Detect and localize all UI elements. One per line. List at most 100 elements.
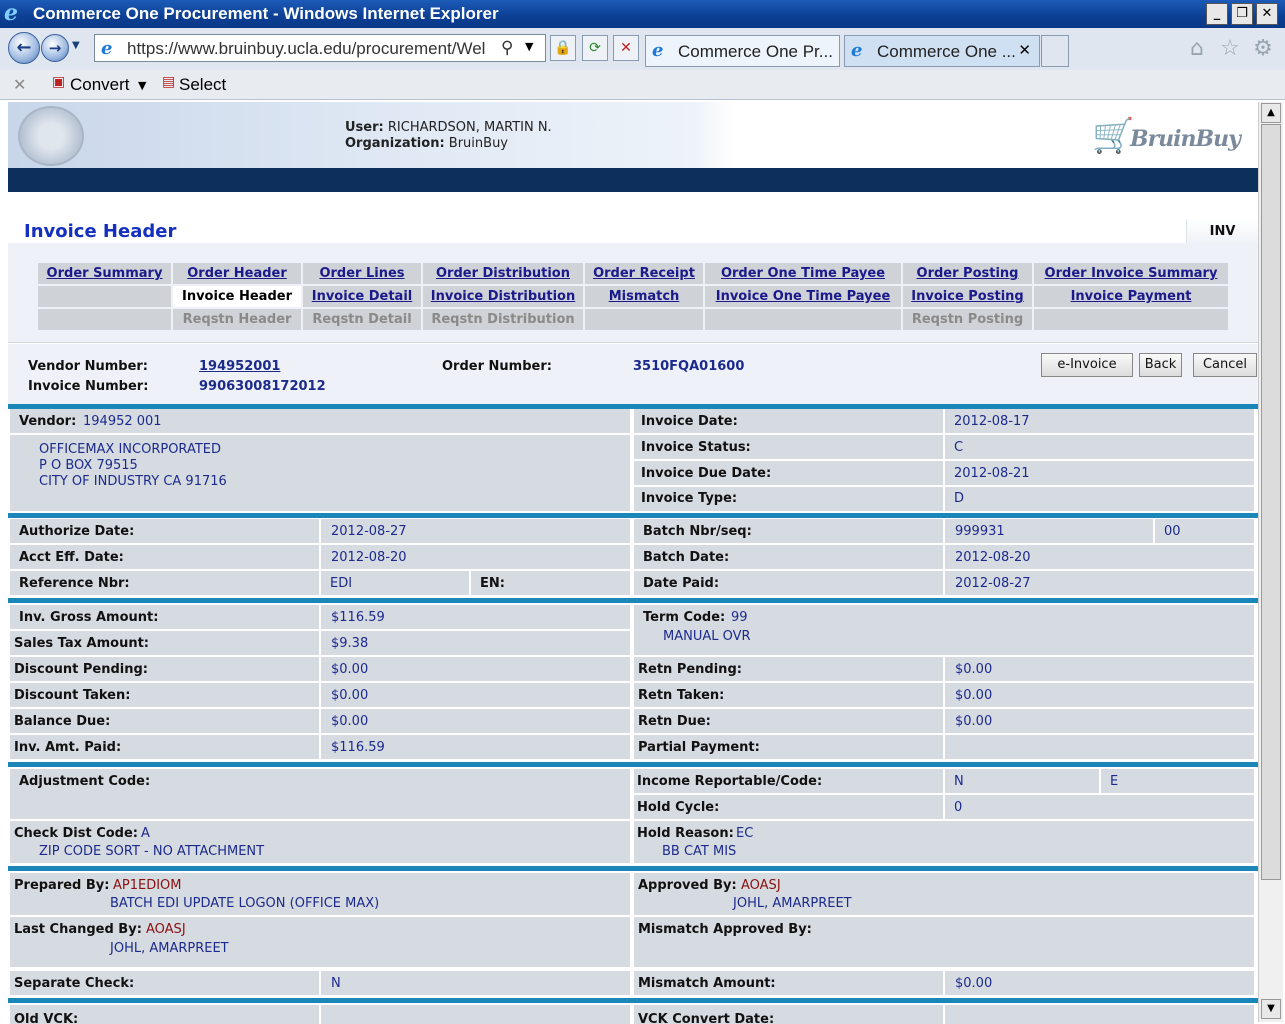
tab-commerce-one-2[interactable]: e Commerce One ... ✕ — [844, 35, 1040, 67]
nav-order-summary[interactable]: Order Summary — [38, 263, 171, 284]
term-code: 99 — [731, 610, 748, 625]
hold-reason-code: EC — [736, 826, 754, 841]
einvoice-button[interactable]: e-Invoice — [1041, 353, 1133, 377]
authorize-date: 2012-08-27 — [331, 524, 407, 539]
favorites-star-icon[interactable]: ☆ — [1217, 36, 1243, 62]
vendor-id: 194952 001 — [83, 414, 162, 429]
discount-taken: $0.00 — [331, 688, 369, 703]
prepared-by-label: Prepared By: — [14, 878, 110, 893]
discount-taken-label: Discount Taken: — [14, 688, 131, 703]
scroll-up-icon[interactable]: ▲ — [1261, 103, 1281, 123]
vendor-number-link[interactable]: 194952001 — [199, 359, 280, 374]
nav-invoice-detail[interactable]: Invoice Detail — [303, 286, 421, 307]
invoice-due-date: 2012-08-21 — [954, 466, 1030, 481]
gross-amount-label: Inv. Gross Amount: — [19, 610, 159, 625]
back-button[interactable]: Back — [1139, 353, 1182, 377]
cancel-button[interactable]: Cancel — [1193, 353, 1257, 377]
url-input[interactable]: e https://www.bruinbuy.ucla.edu/procurem… — [94, 34, 546, 62]
order-number-label: Order Number: — [442, 359, 552, 374]
date-paid-label-cell: Date Paid: — [634, 571, 943, 595]
tax-label-cell: Sales Tax Amount: — [10, 631, 319, 655]
authorize-date-label: Authorize Date: — [19, 524, 135, 539]
batch-nbr: 999931 — [955, 524, 1005, 539]
scroll-thumb[interactable] — [1261, 124, 1281, 880]
convert-button[interactable]: Convert — [70, 75, 130, 95]
refresh-icon[interactable]: ⟳ — [582, 35, 608, 61]
maximize-button[interactable]: ❐ — [1231, 3, 1253, 25]
date-paid-cell: 2012-08-27 — [945, 571, 1254, 595]
batch-date-cell: 2012-08-20 — [945, 545, 1254, 569]
section-divider — [8, 998, 1258, 1003]
close-toolbar-icon[interactable]: ✕ — [13, 75, 26, 94]
close-tab-icon[interactable]: ✕ — [1018, 41, 1031, 59]
stop-icon[interactable]: ✕ — [613, 35, 639, 61]
nav-order-posting[interactable]: Order Posting — [903, 263, 1032, 284]
invoice-type-label-cell: Invoice Type: — [634, 487, 943, 511]
forward-icon[interactable]: → — [41, 34, 69, 62]
batch-date: 2012-08-20 — [955, 550, 1031, 565]
retn-taken-label-cell: Retn Taken: — [634, 683, 943, 707]
nav-order-receipt[interactable]: Order Receipt — [585, 263, 703, 284]
nav-invoice-one-time-payee[interactable]: Invoice One Time Payee — [705, 286, 901, 307]
reference-nbr: EDI — [330, 576, 353, 591]
sales-tax-label: Sales Tax Amount: — [14, 636, 150, 651]
scroll-down-icon[interactable]: ▼ — [1261, 999, 1281, 1019]
adjustment-cell: Adjustment Code: — [10, 769, 630, 819]
retn-due: $0.00 — [955, 714, 993, 729]
term-code-cell: Term Code: 99 MANUAL OVR — [634, 605, 1254, 655]
vertical-scrollbar[interactable]: ▲ ▼ — [1258, 102, 1283, 1022]
check-dist-label: Check Dist Code: — [14, 826, 139, 841]
nav-order-invoice-summary[interactable]: Order Invoice Summary — [1034, 263, 1228, 284]
nav-mismatch[interactable]: Mismatch — [585, 286, 703, 307]
prepared-by-name: BATCH EDI UPDATE LOGON (OFFICE MAX) — [110, 896, 380, 911]
check-dist-cell: Check Dist Code: A ZIP CODE SORT - NO AT… — [10, 821, 630, 863]
mismatch-amount: $0.00 — [955, 976, 993, 991]
select-button[interactable]: Select — [179, 75, 226, 95]
nav-invoice-posting[interactable]: Invoice Posting — [903, 286, 1032, 307]
back-icon[interactable]: ← — [8, 32, 40, 64]
nav-order-distribution[interactable]: Order Distribution — [423, 263, 583, 284]
tab-commerce-one-1[interactable]: e Commerce One Pr... — [645, 35, 840, 67]
separate-check-cell: N — [321, 971, 630, 995]
gross-amount: $116.59 — [331, 610, 385, 625]
nav-order-header[interactable]: Order Header — [173, 263, 301, 284]
balance-due-label: Balance Due: — [14, 714, 111, 729]
home-icon[interactable]: ⌂ — [1184, 36, 1210, 62]
new-tab-button[interactable] — [1041, 35, 1069, 67]
income-flag-cell: N — [945, 769, 1099, 793]
en-cell: EN: — [471, 571, 630, 595]
invoice-date-cell: 2012-08-17 — [945, 409, 1254, 433]
url-dropdown-icon[interactable]: ▼ — [525, 40, 533, 53]
authorize-cell: 2012-08-27 — [321, 519, 630, 543]
search-icon[interactable]: ⚲ — [501, 38, 513, 58]
nav-invoice-payment[interactable]: Invoice Payment — [1034, 286, 1228, 307]
adjustment-code-label: Adjustment Code: — [19, 774, 151, 789]
nav-invoice-distribution[interactable]: Invoice Distribution — [423, 286, 583, 307]
vendor-cell: Vendor: 194952 001 — [10, 409, 630, 433]
vendor-address-line1: OFFICEMAX INCORPORATED — [39, 442, 221, 457]
vendor-number-label: Vendor Number: — [28, 359, 149, 374]
close-window-button[interactable]: ✕ — [1256, 3, 1278, 25]
approved-by-name: JOHL, AMARPREET — [733, 896, 852, 911]
history-dropdown-icon[interactable]: ▼ — [72, 40, 80, 51]
ie-logo-icon: e — [4, 0, 18, 26]
convert-dropdown-icon[interactable]: ▼ — [138, 79, 146, 92]
mismatch-amount-label: Mismatch Amount: — [638, 976, 776, 991]
invoice-due-cell: 2012-08-21 — [945, 461, 1254, 485]
date-paid: 2012-08-27 — [955, 576, 1031, 591]
gear-icon[interactable]: ⚙ — [1250, 36, 1276, 62]
lock-icon[interactable]: 🔒 — [550, 35, 576, 61]
user-label: User: — [345, 120, 384, 135]
minimize-button[interactable]: _ — [1206, 3, 1228, 25]
batch-seq-label-cell: Batch Nbr/seq: — [634, 519, 943, 543]
batch-date-label: Batch Date: — [643, 550, 730, 565]
income-reportable-flag: N — [954, 774, 964, 789]
nav-empty-cell — [705, 309, 901, 330]
nav-order-one-time-payee[interactable]: Order One Time Payee — [705, 263, 901, 284]
nav-order-lines[interactable]: Order Lines — [303, 263, 421, 284]
authorize-label-cell: Authorize Date: — [10, 519, 319, 543]
logo-text: BruinBuy — [1130, 126, 1241, 152]
vendor-address-line3: CITY OF INDUSTRY CA 91716 — [39, 474, 227, 489]
disc-taken-label-cell: Discount Taken: — [10, 683, 319, 707]
retn-taken-label: Retn Taken: — [638, 688, 725, 703]
